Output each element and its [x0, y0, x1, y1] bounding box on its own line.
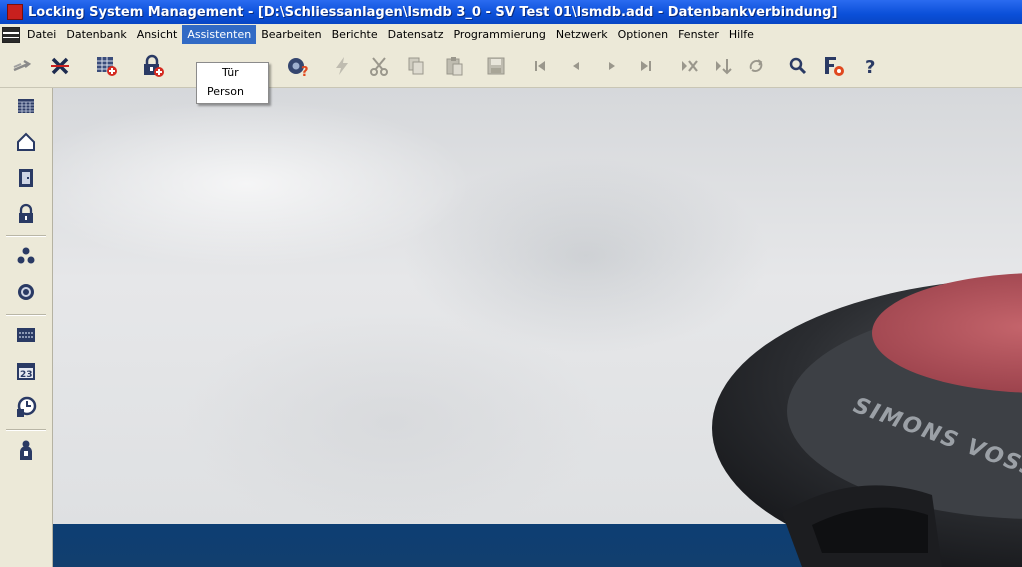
assistenten-dropdown: Tür Person [196, 62, 269, 104]
menu-assistenten[interactable]: Assistenten [182, 25, 257, 44]
add-lock-icon[interactable] [139, 52, 167, 80]
person-icon[interactable] [0, 432, 52, 468]
home-icon[interactable] [0, 124, 52, 160]
add-record-icon[interactable] [93, 52, 121, 80]
window-title: Locking System Management - [D:\Schliess… [28, 4, 838, 20]
search-icon[interactable] [784, 52, 812, 80]
svg-text:?: ? [301, 65, 309, 78]
cut-icon[interactable] [365, 52, 393, 80]
calendar-icon[interactable]: 23 [0, 353, 52, 389]
menu-datei[interactable]: Datei [22, 25, 61, 44]
sidebar-separator [6, 235, 46, 237]
menu-optionen[interactable]: Optionen [613, 25, 673, 44]
toolbar: ? ? [0, 45, 1022, 88]
previous-record-icon[interactable] [562, 52, 590, 80]
first-record-icon[interactable] [526, 52, 554, 80]
save-icon[interactable] [482, 52, 510, 80]
sidebar-separator [6, 429, 46, 431]
last-record-icon[interactable] [632, 52, 660, 80]
menu-ansicht[interactable]: Ansicht [132, 25, 183, 44]
next-record-icon[interactable] [598, 52, 626, 80]
sidebar-separator [6, 314, 46, 316]
lightning-icon[interactable] [328, 52, 356, 80]
app-icon [7, 4, 23, 20]
matrix-icon[interactable] [0, 88, 52, 124]
menu-fenster[interactable]: Fenster [673, 25, 724, 44]
time-zone-icon[interactable] [0, 317, 52, 353]
door-icon[interactable] [0, 160, 52, 196]
menu-berichte[interactable]: Berichte [327, 25, 383, 44]
clock-icon[interactable] [0, 389, 52, 425]
delete-x-icon[interactable] [46, 52, 74, 80]
menu-datenbank[interactable]: Datenbank [61, 25, 131, 44]
refresh-icon[interactable] [742, 52, 770, 80]
insert-record-icon[interactable] [710, 52, 738, 80]
title-bar: Locking System Management - [D:\Schliess… [0, 0, 1022, 24]
svg-text:?: ? [865, 57, 875, 77]
filter-settings-icon[interactable] [820, 52, 848, 80]
delete-record-icon[interactable] [676, 52, 704, 80]
menu-bar: Datei Datenbank Ansicht Assistenten Bear… [0, 24, 1022, 45]
menu-hilfe[interactable]: Hilfe [724, 25, 759, 44]
calendar-day-label: 23 [20, 370, 33, 380]
copy-icon[interactable] [402, 52, 430, 80]
sidebar: 23 [0, 88, 53, 567]
menu-datensatz[interactable]: Datensatz [383, 25, 449, 44]
programming-icon[interactable]: ? [284, 52, 312, 80]
menu-bearbeiten[interactable]: Bearbeiten [256, 25, 326, 44]
main-background: SIMONS VOSS [53, 88, 1022, 567]
padlock-icon[interactable] [0, 196, 52, 232]
dropdown-item-person[interactable]: Person [197, 82, 268, 101]
groups-icon[interactable] [0, 238, 52, 274]
target-icon[interactable] [0, 274, 52, 310]
dropdown-item-tuer[interactable]: Tür [197, 63, 268, 82]
help-icon[interactable]: ? [858, 52, 886, 80]
menu-programmierung[interactable]: Programmierung [448, 25, 550, 44]
paste-icon[interactable] [440, 52, 468, 80]
hero-device-image: SIMONS VOSS [712, 273, 1022, 567]
document-menu-icon[interactable] [2, 26, 20, 43]
swap-arrow-icon[interactable] [8, 52, 36, 80]
menu-netzwerk[interactable]: Netzwerk [551, 25, 613, 44]
